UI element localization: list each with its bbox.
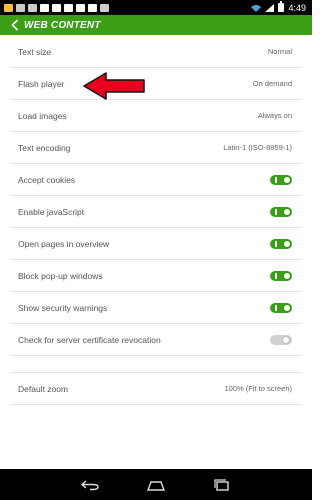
app-header: WEB CONTENT [0, 15, 312, 35]
setting-text-encoding[interactable]: Text encoding Latin-1 (ISO-8859-1) [10, 132, 302, 164]
notification-icon [28, 3, 37, 12]
page-title: WEB CONTENT [24, 19, 101, 31]
setting-label: Load images [18, 110, 67, 121]
setting-security-warnings[interactable]: Show security warnings [10, 292, 302, 324]
status-bar: 4:49 [0, 0, 312, 15]
setting-value: Always on [257, 111, 292, 120]
setting-default-zoom[interactable]: Default zoom 100% (Fit to screen) [10, 372, 302, 405]
notification-icon [64, 3, 73, 12]
toggle-switch[interactable] [270, 302, 292, 313]
setting-cert-revocation[interactable]: Check for server certificate revocation [10, 324, 302, 356]
notification-icon [100, 3, 109, 12]
toggle-switch[interactable] [270, 174, 292, 185]
setting-label: Check for server certificate revocation [18, 334, 161, 345]
setting-flash-player[interactable]: Flash player On demand [10, 68, 302, 100]
setting-label: Default zoom [18, 383, 69, 394]
setting-label: Block pop-up windows [18, 270, 103, 281]
notification-icon [76, 3, 85, 12]
setting-text-size[interactable]: Text size Normal [10, 36, 302, 68]
setting-label: Open pages in overview [18, 238, 110, 249]
notification-icon [88, 3, 97, 12]
setting-label: Accept cookies [18, 174, 76, 185]
chevron-left-icon[interactable] [6, 15, 24, 35]
toggle-switch[interactable] [270, 206, 292, 217]
notification-icon [40, 3, 49, 12]
setting-open-pages-overview[interactable]: Open pages in overview [10, 228, 302, 260]
system-nav-bar [0, 469, 312, 500]
setting-value: On demand [252, 79, 292, 88]
setting-value: 100% (Fit to screen) [224, 384, 292, 393]
battery-icon [278, 1, 285, 12]
wifi-icon [251, 4, 262, 12]
setting-accept-cookies[interactable]: Accept cookies [10, 164, 302, 196]
setting-label: Text size [18, 46, 52, 57]
notification-icon [52, 3, 61, 12]
toggle-switch[interactable] [270, 270, 292, 281]
home-nav-icon[interactable] [146, 478, 166, 492]
toggle-switch[interactable] [270, 238, 292, 249]
setting-label: Flash player [18, 78, 65, 89]
setting-label: Show security warnings [18, 302, 108, 313]
toggle-switch[interactable] [270, 334, 292, 345]
setting-load-images[interactable]: Load images Always on [10, 100, 302, 132]
setting-enable-javascript[interactable]: Enable javaScript [10, 196, 302, 228]
status-time: 4:49 [288, 2, 306, 13]
setting-block-popups[interactable]: Block pop-up windows [10, 260, 302, 292]
notification-icon [16, 3, 25, 12]
setting-label: Enable javaScript [18, 206, 85, 217]
signal-icon [265, 3, 275, 12]
setting-value: Latin-1 (ISO-8859-1) [223, 143, 292, 152]
back-nav-icon[interactable] [80, 478, 100, 492]
notification-icons [0, 3, 109, 12]
settings-list: Text size Normal Flash player On demand … [10, 36, 302, 405]
setting-value: Normal [267, 47, 292, 56]
recents-nav-icon[interactable] [212, 478, 232, 492]
setting-label: Text encoding [18, 142, 71, 153]
red-arrow-annotation [83, 72, 145, 100]
notification-icon [4, 3, 13, 12]
